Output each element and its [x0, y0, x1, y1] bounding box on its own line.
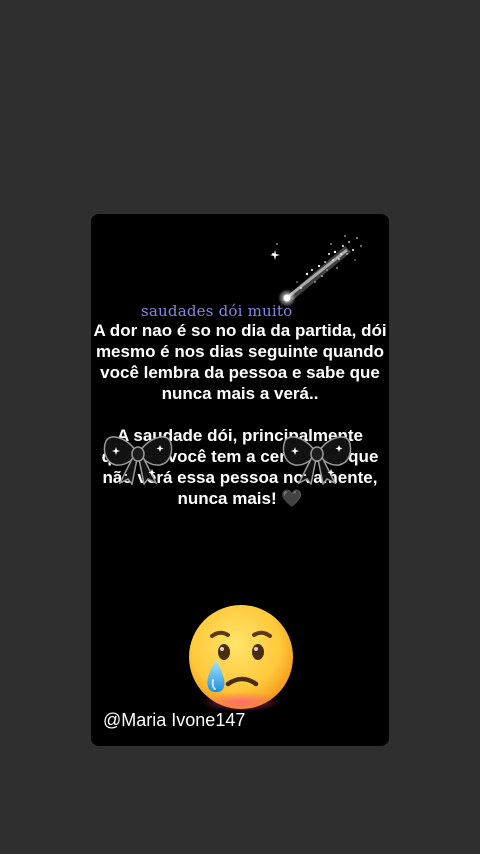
black-bow-icon — [103, 436, 173, 485]
black-bow-icon — [282, 436, 352, 485]
crying-face-emoji — [189, 605, 293, 712]
story-card: saudades dói muito A dor nao é so no dia… — [91, 214, 389, 746]
author-handle: @Maria Ivone147 — [103, 710, 246, 730]
message-paragraph: A dor nao é so no dia da partida, dói me… — [93, 321, 387, 403]
headline: saudades dói muito — [141, 302, 293, 320]
